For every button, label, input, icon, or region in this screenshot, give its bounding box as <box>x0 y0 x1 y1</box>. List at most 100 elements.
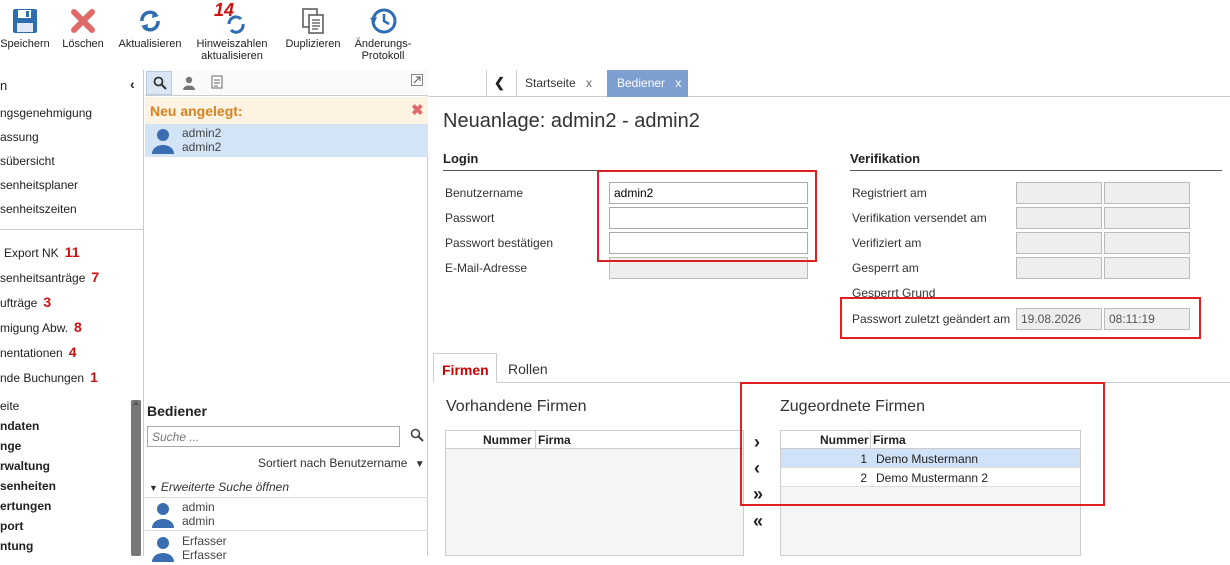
change-log-button[interactable]: Änderungs- Protokoll <box>350 4 416 62</box>
nav-item[interactable]: port <box>0 519 23 533</box>
verification-divider <box>850 170 1222 171</box>
refresh-button[interactable]: Aktualisieren <box>116 4 184 50</box>
list-item-line2: Erfasser <box>182 548 227 562</box>
nav-item-label: eite <box>0 399 20 413</box>
available-firms-title: Vorhandene Firmen <box>446 398 587 415</box>
verified-date <box>1016 232 1102 254</box>
nav-item-label: nge <box>0 439 22 453</box>
tab-close-icon[interactable]: x <box>675 76 681 90</box>
triangle-down-icon: ▼ <box>149 483 158 493</box>
nav-item-label: senheiten <box>0 479 57 493</box>
registered-date <box>1016 182 1102 204</box>
tab-bediener[interactable]: Bediener x <box>607 70 688 97</box>
tab-firmen-label: Firmen <box>442 362 489 378</box>
nav-count-badge: 8 <box>74 319 82 335</box>
close-icon[interactable]: ✖ <box>411 101 424 119</box>
search-tab[interactable] <box>146 71 172 95</box>
nav-item[interactable]: assung <box>0 130 39 144</box>
person-icon[interactable] <box>183 76 195 90</box>
nav-item-label: Export NK <box>4 246 59 260</box>
verified-time <box>1104 232 1190 254</box>
nav-item-label: senheitszeiten <box>0 202 77 216</box>
nav-item-label: ndaten <box>0 419 40 433</box>
tab-bar: ❮ Startseite x Bediener x <box>429 70 1230 97</box>
duplicate-button[interactable]: Duplizieren <box>282 4 344 50</box>
search-input[interactable] <box>147 426 400 447</box>
nav-item[interactable]: nde Buchungen 1 <box>0 369 98 385</box>
col-number-header[interactable]: Nummer <box>483 433 532 447</box>
new-created-label: Neu angelegt: <box>150 103 243 119</box>
nav-item[interactable]: eite <box>0 399 19 413</box>
nav-item-label: nentationen <box>0 346 63 360</box>
password-confirm-label: Passwort bestätigen <box>445 236 554 250</box>
duplicate-icon <box>282 4 344 38</box>
verification-section-title: Verifikation <box>850 151 921 166</box>
tab-firmen[interactable]: Firmen <box>433 353 497 383</box>
list-item[interactable]: admin admin <box>145 498 428 531</box>
registered-time <box>1104 182 1190 204</box>
floppy-disk-icon <box>0 4 50 38</box>
nav-item-label: nde Buchungen <box>0 371 85 385</box>
nav-item[interactable]: Export NK 11 <box>4 244 80 260</box>
scroll-up-icon[interactable]: ▲ <box>132 398 140 407</box>
tab-divider <box>516 70 517 97</box>
list-item-selected[interactable]: admin2 admin2 <box>145 124 428 157</box>
delete-label: Löschen <box>62 38 104 50</box>
update-hints-button[interactable]: 14 Hinweiszahlen aktualisieren <box>194 1 270 62</box>
nav-item-label: senheitsplaner <box>0 178 79 192</box>
locked-label: Gesperrt am <box>852 261 919 275</box>
available-firms-table: Nummer Firma <box>445 430 744 556</box>
highlight-box <box>597 170 817 262</box>
advanced-search-toggle[interactable]: ▼ Erweiterte Suche öffnen <box>149 480 289 494</box>
list-item-line2: admin <box>182 514 215 528</box>
hint-refresh-icon: 14 <box>194 1 270 38</box>
nav-item[interactable]: senheitsplaner <box>0 178 78 192</box>
tab-startseite[interactable]: Startseite x <box>525 76 592 90</box>
nav-item[interactable]: ufträge 3 <box>0 294 51 310</box>
nav-item[interactable]: senheitsanträge 7 <box>0 269 99 285</box>
user-avatar-icon <box>152 537 174 562</box>
nav-scrollbar[interactable] <box>131 400 141 556</box>
nav-item[interactable]: ntung <box>0 539 33 553</box>
locked-date <box>1016 257 1102 279</box>
nav-item-label: sübersicht <box>0 154 55 168</box>
remove-all-firms-button[interactable]: « <box>753 511 763 532</box>
delete-button[interactable]: Löschen <box>58 4 108 50</box>
col-divider <box>535 431 536 449</box>
nav-item[interactable]: sübersicht <box>0 154 55 168</box>
search-icon <box>153 76 167 90</box>
nav-item[interactable]: nge <box>0 439 21 453</box>
nav-item-label: ngsgenehmigung <box>0 106 93 120</box>
nav-item[interactable]: senheitszeiten <box>0 202 77 216</box>
nav-item[interactable]: migung Abw. 8 <box>0 319 82 335</box>
nav-item[interactable]: senheiten <box>0 479 56 493</box>
collapse-nav-icon[interactable]: ‹ <box>130 76 135 92</box>
save-button[interactable]: Speichern <box>0 4 50 50</box>
nav-item-label: ertungen <box>0 499 52 513</box>
verified-label: Verifiziert am <box>852 236 922 250</box>
nav-item[interactable]: ndaten <box>0 419 39 433</box>
list-item[interactable]: Erfasser Erfasser <box>145 532 428 565</box>
tab-close-icon[interactable]: x <box>586 76 592 90</box>
nav-item[interactable]: ertungen <box>0 499 51 513</box>
list-item-line1: admin2 <box>182 126 222 140</box>
login-section-title: Login <box>443 151 479 166</box>
verification-sent-label: Verifikation versendet am <box>852 211 987 225</box>
sort-dropdown[interactable]: Sortiert nach Benutzername ▼ <box>258 456 425 470</box>
nav-item[interactable]: rwaltung <box>0 459 50 473</box>
tab-rollen[interactable]: Rollen <box>508 361 548 377</box>
col-firma-header[interactable]: Firma <box>538 433 571 447</box>
nav-item-label: rwaltung <box>0 459 50 473</box>
refresh-label: Aktualisieren <box>118 38 182 50</box>
nav-item[interactable]: ngsgenehmigung <box>0 106 92 120</box>
search-icon[interactable] <box>410 428 424 442</box>
list-toolbar <box>145 70 428 96</box>
document-icon[interactable] <box>211 75 223 89</box>
tab-back-button[interactable]: ❮ <box>494 75 505 91</box>
page-title: Neuanlage: admin2 - admin2 <box>443 110 700 132</box>
nav-item-label: assung <box>0 130 39 144</box>
verification-sent-date <box>1016 207 1102 229</box>
nav-item[interactable]: nentationen 4 <box>0 344 77 360</box>
expand-icon[interactable] <box>411 74 423 86</box>
verification-sent-time <box>1104 207 1190 229</box>
